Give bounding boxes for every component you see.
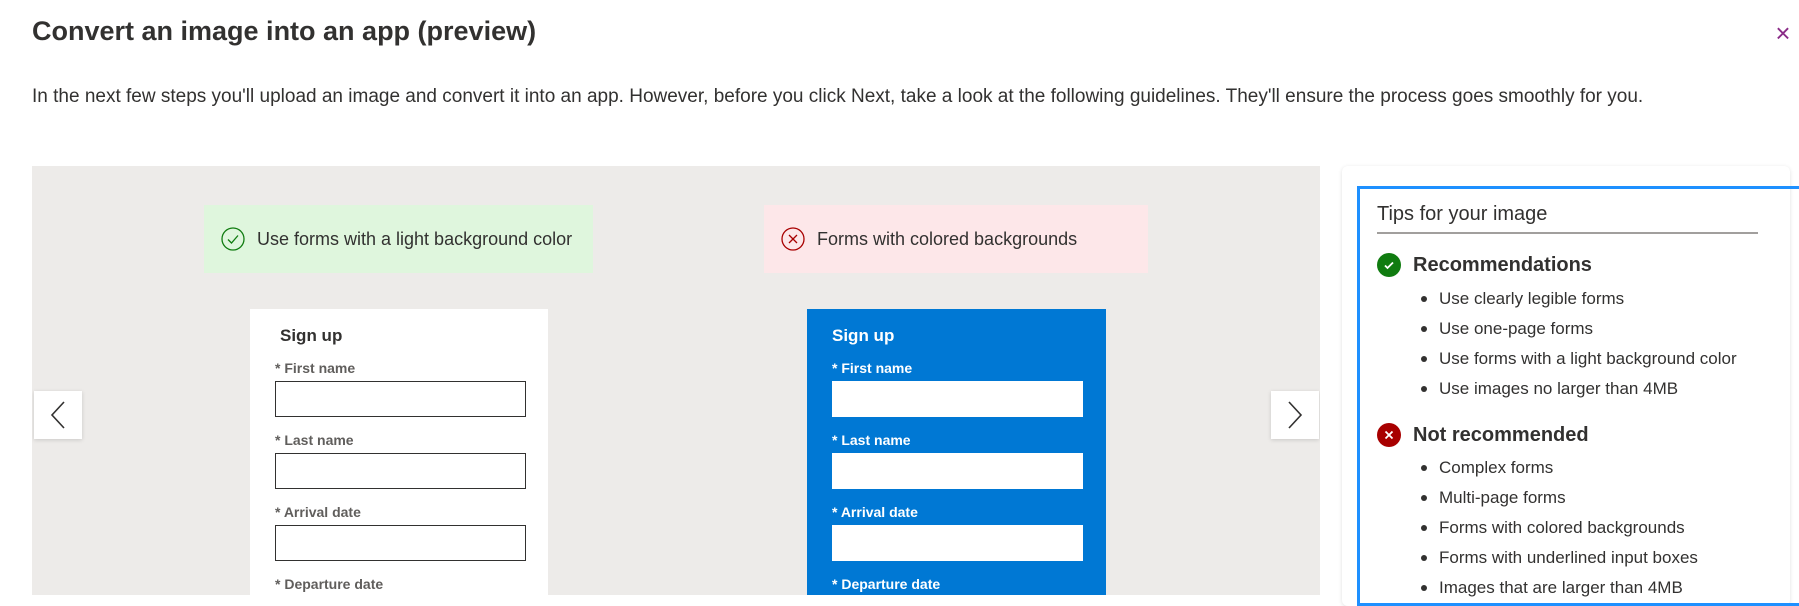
close-icon[interactable]: × (1770, 20, 1796, 46)
field-label: * Last name (832, 432, 911, 448)
good-banner-text: Use forms with a light background color (257, 228, 573, 249)
not-recommended-heading: Not recommended (1377, 423, 1589, 447)
chevron-right-icon (1288, 401, 1303, 429)
recommendations-list: Use clearly legible forms Use one-page f… (1421, 284, 1737, 404)
field-box (275, 525, 526, 561)
field-label: * First name (275, 360, 356, 376)
list-item: Use forms with a light background color (1421, 344, 1737, 374)
not-recommended-list: Complex forms Multi-page forms Forms wit… (1421, 453, 1698, 603)
field-box (832, 453, 1083, 489)
field-box (832, 381, 1083, 417)
recommendations-heading: Recommendations (1377, 253, 1592, 277)
field-label: * Arrival date (832, 504, 918, 520)
good-example-banner: Use forms with a light background color (204, 205, 593, 273)
error-circle-icon (1377, 423, 1401, 447)
not-recommended-label: Not recommended (1413, 423, 1589, 446)
list-item: Complex forms (1421, 453, 1698, 483)
list-item: Use images no larger than 4MB (1421, 374, 1737, 404)
field-label: * First name (832, 360, 913, 376)
recommendations-label: Recommendations (1413, 253, 1592, 276)
field-label: * Last name (275, 432, 354, 448)
dialog-title: Convert an image into an app (preview) (32, 16, 537, 46)
next-button[interactable] (1271, 391, 1319, 439)
guidelines-carousel: Use forms with a light background color … (32, 166, 1320, 595)
previous-button[interactable] (34, 391, 82, 439)
form-title: Sign up (280, 326, 343, 345)
list-item: Forms with underlined input boxes (1421, 543, 1698, 573)
list-item: Images that are larger than 4MB (1421, 573, 1698, 603)
check-circle-icon (1377, 253, 1401, 277)
list-item: Forms with colored backgrounds (1421, 513, 1698, 543)
form-title: Sign up (832, 326, 895, 345)
chevron-left-icon (50, 401, 65, 429)
list-item: Use one-page forms (1421, 314, 1737, 344)
tips-title: Tips for your image (1377, 203, 1758, 234)
list-item: Use clearly legible forms (1421, 284, 1737, 314)
field-label: * Arrival date (275, 504, 361, 520)
field-label: * Departure date (832, 576, 941, 592)
list-item: Multi-page forms (1421, 483, 1698, 513)
field-box (832, 525, 1083, 561)
field-box (275, 453, 526, 489)
good-form-example: Sign up * First name * Last name * Arriv… (250, 309, 548, 595)
intro-text: In the next few steps you'll upload an i… (32, 86, 1644, 107)
bad-example-banner: Forms with colored backgrounds (764, 205, 1148, 273)
bad-banner-text: Forms with colored backgrounds (817, 228, 1078, 249)
field-box (275, 381, 526, 417)
bad-form-example: Sign up * First name * Last name * Arriv… (807, 309, 1106, 595)
error-circle-icon (781, 227, 805, 251)
field-label: * Departure date (275, 576, 384, 592)
check-circle-icon (221, 227, 245, 251)
